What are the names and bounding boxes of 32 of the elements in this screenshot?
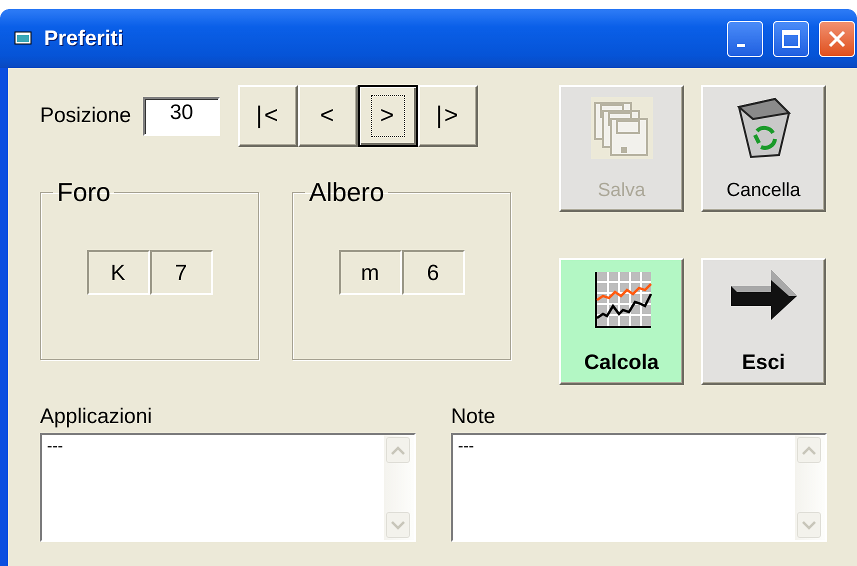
- position-label: Posizione: [40, 104, 132, 128]
- close-button[interactable]: [819, 20, 855, 56]
- scroll-down-button[interactable]: [386, 512, 410, 538]
- action-button[interactable]: Esci: [701, 258, 826, 385]
- maximize-button[interactable]: [773, 20, 809, 56]
- memo-label: Applicazioni: [40, 405, 154, 429]
- group-title: Foro: [56, 177, 112, 208]
- action-button[interactable]: Cancella: [701, 85, 826, 212]
- navigation-button[interactable]: >: [358, 85, 418, 147]
- maximize-icon: [781, 28, 801, 48]
- position-field[interactable]: 30: [143, 96, 220, 136]
- navigation-button[interactable]: <: [298, 85, 358, 147]
- right-arrow-icon: [730, 270, 796, 320]
- memo-label: Note: [451, 405, 496, 429]
- navigation-button[interactable]: |<: [238, 85, 298, 147]
- window-title: Preferiti: [44, 26, 124, 50]
- scroll-up-button[interactable]: [386, 437, 410, 463]
- value-cell: 7: [150, 250, 212, 295]
- minimize-icon: [737, 44, 745, 47]
- value-cell: 6: [402, 250, 464, 295]
- close-icon: [827, 28, 847, 48]
- floppy-disks-icon: [590, 97, 652, 159]
- navigation-button[interactable]: |>: [418, 85, 478, 147]
- minimize-button[interactable]: [727, 20, 763, 56]
- action-button[interactable]: Calcola: [559, 258, 684, 385]
- window-icon: [14, 30, 34, 46]
- group-title: Albero: [308, 177, 386, 208]
- recycle-bin-icon: [734, 97, 792, 159]
- value-cell: K: [86, 250, 150, 295]
- scroll-up-button[interactable]: [797, 437, 821, 463]
- scroll-down-button[interactable]: [797, 512, 821, 538]
- value-cell: m: [338, 250, 402, 295]
